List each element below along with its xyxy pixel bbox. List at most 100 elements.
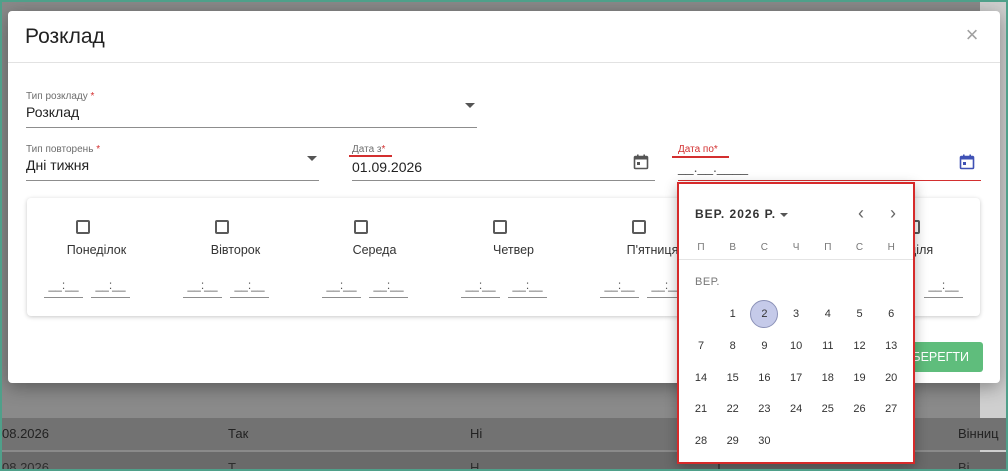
chevron-down-icon: [780, 212, 789, 217]
weekday-label: Ч: [792, 242, 800, 253]
weekday-label: П: [824, 242, 832, 253]
datepicker-day[interactable]: 8: [719, 332, 747, 360]
repeat-type-label: Тип повторень *: [26, 144, 101, 155]
dialog-title: Розклад: [25, 25, 105, 48]
datepicker-day[interactable]: 26: [846, 395, 874, 423]
datepicker-divider: [679, 259, 913, 260]
dialog-header: Розклад ×: [8, 11, 1000, 63]
datepicker-day[interactable]: 22: [719, 395, 747, 423]
datepicker-day[interactable]: 18: [814, 364, 842, 392]
datepicker-day[interactable]: 19: [846, 364, 874, 392]
datepicker-day[interactable]: 10: [782, 332, 810, 360]
datepicker-day[interactable]: 7: [687, 332, 715, 360]
datepicker-day[interactable]: 15: [719, 364, 747, 392]
datepicker-day[interactable]: 14: [687, 364, 715, 392]
repeat-type-value: Дні тижня: [26, 157, 90, 173]
day-checkbox[interactable]: [354, 220, 368, 234]
day-label: Вівторок: [210, 243, 261, 257]
weekday-label: П: [697, 242, 705, 253]
datepicker-day[interactable]: 16: [750, 364, 778, 392]
day-label: Середа: [352, 243, 397, 257]
date-from-field[interactable]: Дата з* 01.09.2026: [352, 144, 655, 181]
day-column-thursday: Четвер __:__ __:__: [444, 198, 583, 316]
start-time-input[interactable]: __:__: [600, 274, 639, 298]
day-checkbox[interactable]: [632, 220, 646, 234]
field-underline: [678, 180, 981, 181]
bg-cell: Ні: [470, 426, 483, 441]
datepicker-day[interactable]: 25: [814, 395, 842, 423]
schedule-type-label: Тип розкладу *: [26, 91, 95, 102]
datepicker-day[interactable]: 28: [687, 427, 715, 455]
field-underline: [352, 180, 655, 181]
end-time-input[interactable]: __:__: [230, 274, 269, 298]
start-time-input[interactable]: __:__: [322, 274, 361, 298]
weekday-label: С: [855, 242, 864, 253]
date-to-field[interactable]: Дата по* __.__.____: [678, 144, 981, 181]
bg-cell: Ві: [958, 460, 970, 471]
bg-cell: 08.2026: [2, 460, 49, 471]
previous-month-icon[interactable]: ‹: [853, 204, 869, 222]
datepicker-day[interactable]: 3: [782, 300, 810, 328]
weekday-label: С: [760, 242, 768, 253]
month-label: ВЕР.: [695, 276, 720, 288]
next-month-icon[interactable]: ›: [885, 204, 901, 222]
datepicker-day[interactable]: 1: [719, 300, 747, 328]
bg-cell: Т: [228, 460, 236, 471]
bg-cell: Вінниц: [958, 426, 999, 441]
datepicker-day[interactable]: 20: [877, 364, 905, 392]
start-time-input[interactable]: __:__: [183, 274, 222, 298]
date-from-label: Дата з*: [352, 144, 386, 155]
weekday-label: Н: [887, 242, 895, 253]
day-checkbox[interactable]: [76, 220, 90, 234]
close-icon[interactable]: ×: [962, 23, 982, 47]
date-to-value: __.__.____: [678, 159, 749, 175]
day-column-tuesday: Вівторок __:__ __:__: [166, 198, 305, 316]
weekday-label: В: [729, 242, 737, 253]
datepicker-month-year-toggle[interactable]: ВЕР. 2026 Р.: [695, 207, 789, 221]
chevron-down-icon: [465, 103, 475, 108]
bg-cell: Н: [470, 460, 480, 471]
end-time-input[interactable]: __:__: [369, 274, 408, 298]
chevron-down-icon: [307, 156, 317, 161]
end-time-input[interactable]: __:__: [924, 274, 963, 298]
date-to-label-highlight: [672, 156, 729, 158]
start-time-input[interactable]: __:__: [44, 274, 83, 298]
schedule-type-select[interactable]: Тип розкладу * Розклад: [26, 91, 477, 128]
field-underline: [26, 180, 319, 181]
datepicker-day[interactable]: 13: [877, 332, 905, 360]
datepicker-day[interactable]: 4: [814, 300, 842, 328]
datepicker-day[interactable]: 24: [782, 395, 810, 423]
datepicker-day[interactable]: 30: [750, 427, 778, 455]
datepicker-day[interactable]: 9: [750, 332, 778, 360]
calendar-icon[interactable]: [959, 154, 975, 170]
date-from-value: 01.09.2026: [352, 159, 423, 175]
day-label: Четвер: [493, 243, 534, 257]
datepicker-day[interactable]: 5: [846, 300, 874, 328]
datepicker-day[interactable]: 27: [877, 395, 905, 423]
field-underline: [26, 127, 477, 128]
datepicker-day[interactable]: 21: [687, 395, 715, 423]
datepicker-day-selected[interactable]: 2: [750, 300, 779, 328]
start-time-input[interactable]: __:__: [461, 274, 500, 298]
datepicker-day[interactable]: 11: [814, 332, 842, 360]
schedule-type-value: Розклад: [26, 104, 80, 120]
day-column-monday: Понеділок __:__ __:__: [27, 198, 166, 316]
end-time-input[interactable]: __:__: [508, 274, 547, 298]
day-label: діля: [909, 243, 934, 257]
bg-cell: Так: [228, 426, 249, 441]
datepicker-day[interactable]: 6: [877, 300, 905, 328]
datepicker-day[interactable]: 29: [719, 427, 747, 455]
calendar-icon[interactable]: [633, 154, 649, 170]
day-checkbox[interactable]: [215, 220, 229, 234]
datepicker-popup: ВЕР. 2026 Р. ‹ › ПВСЧПСН ВЕР. 1234567891…: [677, 182, 915, 464]
datepicker-day[interactable]: 17: [782, 364, 810, 392]
day-checkbox[interactable]: [493, 220, 507, 234]
datepicker-day[interactable]: 12: [846, 332, 874, 360]
end-time-input[interactable]: __:__: [91, 274, 130, 298]
day-column-wednesday: Середа __:__ __:__: [305, 198, 444, 316]
date-to-label: Дата по*: [678, 144, 718, 155]
bg-cell: 08.2026: [2, 426, 49, 441]
datepicker-day[interactable]: 23: [750, 395, 778, 423]
day-label: Понеділок: [66, 243, 127, 257]
repeat-type-select[interactable]: Тип повторень * Дні тижня: [26, 144, 319, 181]
